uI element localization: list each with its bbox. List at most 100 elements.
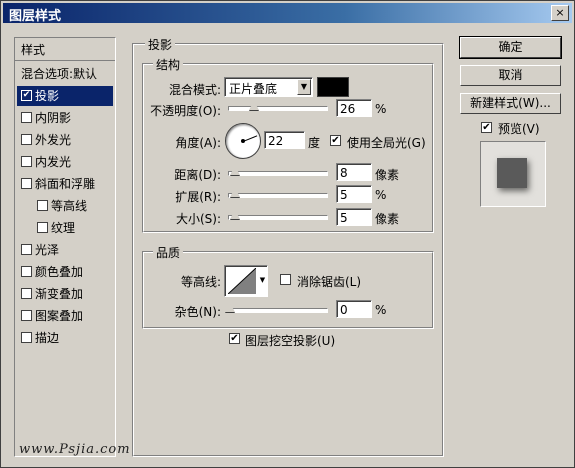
distance-label: 距离(D): <box>174 168 221 182</box>
global-light-label: 使用全局光(G) <box>347 136 426 150</box>
spread-slider-thumb[interactable] <box>230 188 240 197</box>
angle-label: 角度(A): <box>175 136 221 150</box>
style-list-checkbox[interactable] <box>37 200 48 211</box>
style-list-checkbox[interactable] <box>21 112 32 123</box>
style-list-checkbox[interactable] <box>21 134 32 145</box>
knockout-label: 图层挖空投影(U) <box>245 334 336 348</box>
distance-unit: 像素 <box>375 168 400 182</box>
style-list-item[interactable]: 图案叠加 <box>17 306 113 326</box>
style-list-item[interactable]: 描边 <box>17 328 113 348</box>
style-list-checkbox[interactable] <box>21 332 32 343</box>
cancel-button[interactable]: 取消 <box>460 65 561 86</box>
checkmark-icon: ✔ <box>482 122 491 133</box>
style-list-checkbox[interactable] <box>21 244 32 255</box>
opacity-unit: % <box>375 102 387 116</box>
contour-label: 等高线: <box>180 275 221 289</box>
size-label: 大小(S): <box>175 212 221 226</box>
angle-unit: 度 <box>308 136 321 150</box>
distance-field[interactable]: 8 <box>336 163 372 181</box>
style-list-item[interactable]: 颜色叠加 <box>17 262 113 282</box>
knockout-checkbox[interactable]: ✔ <box>229 333 240 344</box>
checkmark-icon: ✔ <box>230 333 239 344</box>
dialog-title: 图层样式 <box>9 9 62 24</box>
preview-checkbox[interactable]: ✔ <box>481 122 492 133</box>
preview-shape <box>497 158 527 188</box>
style-list-item-label: 图案叠加 <box>35 309 84 323</box>
distance-slider[interactable] <box>228 166 328 176</box>
style-list-item[interactable]: 光泽 <box>17 240 113 260</box>
style-list-checkbox[interactable] <box>21 310 32 321</box>
style-list-item-label: 投影 <box>35 89 60 103</box>
style-list-checkbox[interactable] <box>37 222 48 233</box>
preview-label: 预览(V) <box>498 122 540 136</box>
opacity-label: 不透明度(O): <box>150 104 221 118</box>
chevron-down-icon: ▼ <box>259 276 266 284</box>
shadow-color-swatch[interactable] <box>317 77 349 97</box>
contour-curve-icon <box>228 268 256 294</box>
ok-button[interactable]: 确定 <box>459 36 562 59</box>
spread-slider[interactable] <box>228 188 328 198</box>
style-list: 样式 混合选项:默认 ✔ 投影内阴影外发光内发光斜面和浮雕等高线纹理光泽颜色叠加渐变… <box>14 37 116 457</box>
style-list-item[interactable]: 外发光 <box>17 130 113 150</box>
style-list-item-label: 外发光 <box>35 133 72 147</box>
preview-thumbnail <box>480 141 546 207</box>
style-list-item-label: 颜色叠加 <box>35 265 84 279</box>
style-list-item-label: 等高线 <box>51 199 88 213</box>
angle-dial-needle <box>243 135 258 142</box>
style-list-checkbox[interactable]: ✔ <box>21 90 32 101</box>
spread-field[interactable]: 5 <box>336 185 372 203</box>
size-slider-thumb[interactable] <box>230 210 240 219</box>
chevron-down-icon: ▼ <box>297 79 311 95</box>
style-list-item-label: 渐变叠加 <box>35 287 84 301</box>
size-field[interactable]: 5 <box>336 208 372 226</box>
style-list-header-label: 样式 <box>21 43 46 57</box>
style-list-item[interactable]: 混合选项:默认 <box>17 64 113 84</box>
global-light-checkbox[interactable]: ✔ <box>330 135 341 146</box>
style-list-item-label: 内发光 <box>35 155 72 169</box>
distance-slider-thumb[interactable] <box>230 166 240 175</box>
style-list-item[interactable]: 内阴影 <box>17 108 113 128</box>
title-bar[interactable]: 图层样式 × <box>3 3 572 24</box>
new-style-button[interactable]: 新建样式(W)... <box>460 93 561 114</box>
layer-style-dialog: 图层样式 × 样式 混合选项:默认 ✔ 投影 内阴影 外发光 内发光 斜面和浮雕 等高线 纹理光… <box>0 0 575 468</box>
style-list-item[interactable]: 内发光 <box>17 152 113 172</box>
opacity-slider[interactable] <box>228 101 328 111</box>
style-list-checkbox[interactable] <box>21 178 32 189</box>
spread-label: 扩展(R): <box>175 190 221 204</box>
spread-unit: % <box>375 188 387 202</box>
style-list-item-label: 内阴影 <box>35 111 72 125</box>
opacity-slider-thumb[interactable] <box>249 101 260 110</box>
opacity-field[interactable]: 26 <box>336 99 372 117</box>
style-list-checkbox[interactable] <box>21 288 32 299</box>
blend-mode-select[interactable]: 正片叠底 ▼ <box>224 77 313 97</box>
angle-dial-center <box>241 139 245 143</box>
noise-label: 杂色(N): <box>174 305 221 319</box>
style-list-item-label: 纹理 <box>51 221 76 235</box>
style-list-item[interactable]: 等高线 <box>33 196 113 216</box>
style-list-item[interactable]: 纹理 <box>33 218 113 238</box>
style-list-item[interactable]: 渐变叠加 <box>17 284 113 304</box>
quality-group-title: 品质 <box>153 244 184 261</box>
style-list-checkbox[interactable] <box>21 156 32 167</box>
noise-field[interactable]: 0 <box>336 300 372 318</box>
style-list-item-label: 光泽 <box>35 243 60 257</box>
noise-slider-thumb[interactable] <box>225 303 235 312</box>
structure-group-title: 结构 <box>153 56 184 73</box>
style-list-item-label: 斜面和浮雕 <box>35 177 96 191</box>
style-list-item[interactable]: ✔ 投影 <box>17 86 113 106</box>
size-slider[interactable] <box>228 210 328 220</box>
checkmark-icon: ✔ <box>331 135 340 146</box>
style-list-checkbox[interactable] <box>21 266 32 277</box>
style-list-item[interactable]: 斜面和浮雕 <box>17 174 113 194</box>
anti-alias-checkbox[interactable] <box>280 274 291 285</box>
size-unit: 像素 <box>375 212 400 226</box>
contour-picker[interactable]: ▼ <box>224 265 268 297</box>
angle-dial[interactable] <box>225 123 261 159</box>
blend-mode-value: 正片叠底 <box>229 82 278 96</box>
close-button[interactable]: × <box>551 5 569 21</box>
style-list-item-label: 混合选项:默认 <box>21 67 98 81</box>
noise-slider[interactable] <box>225 303 328 313</box>
style-list-header[interactable]: 样式 <box>15 38 115 61</box>
angle-field[interactable]: 22 <box>264 131 305 149</box>
anti-alias-label: 消除锯齿(L) <box>297 275 362 289</box>
